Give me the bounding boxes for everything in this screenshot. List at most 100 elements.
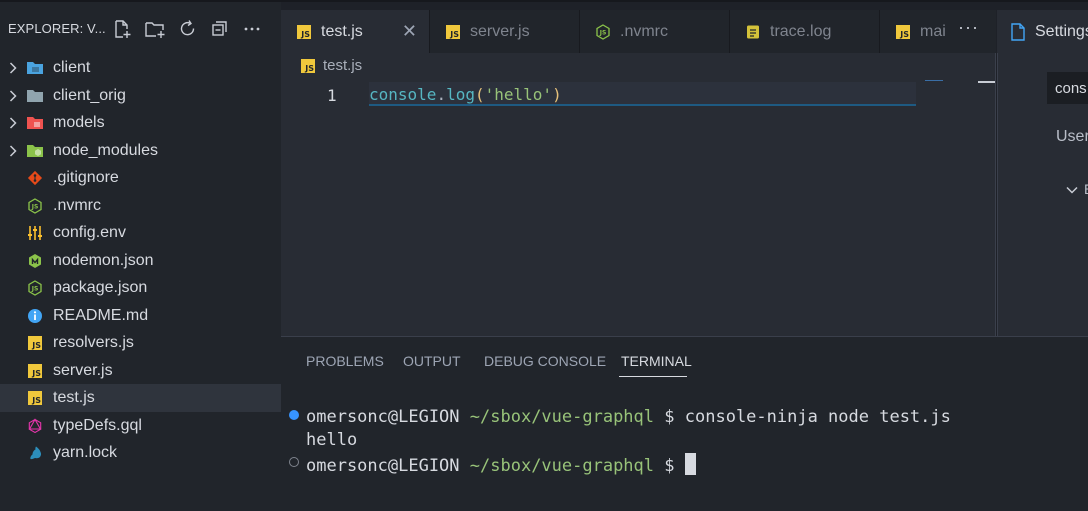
tab-label: Settings	[1035, 23, 1088, 40]
item-label: .nvmrc	[53, 196, 101, 214]
item-label: README.md	[53, 306, 149, 324]
tab-test-js[interactable]: JS test.js ✕	[281, 10, 430, 53]
item-label: package.json	[53, 279, 148, 296]
tab-label: trace.log	[770, 23, 832, 40]
file-item[interactable]: nodemon.json	[0, 247, 281, 275]
js-icon: JS	[895, 24, 911, 40]
settings-search-input[interactable]: cons	[1047, 72, 1088, 104]
terminal-cursor	[684, 453, 696, 475]
svg-text:JS: JS	[599, 30, 607, 37]
active-tab-indicator	[619, 376, 687, 377]
terminal-prompt: $	[664, 456, 675, 476]
terminal-user: omersonc@LEGION	[306, 407, 460, 427]
code-function: log	[446, 85, 475, 104]
tab-debug-console[interactable]: DEBUG CONSOLE	[484, 353, 606, 369]
yarn-icon	[26, 444, 44, 462]
folder-icon	[26, 87, 44, 105]
settings-file-icon	[1010, 23, 1026, 46]
item-label: resolvers.js	[53, 334, 134, 351]
collapse-all-icon[interactable]	[210, 19, 230, 39]
file-item[interactable]: README.md	[0, 302, 281, 330]
tab-server-js[interactable]: JS server.js	[430, 10, 580, 53]
folder-client-icon	[26, 59, 44, 77]
command-success-dot-icon[interactable]	[289, 410, 299, 420]
terminal-user: omersonc@LEGION	[306, 456, 460, 476]
chevron-right-icon[interactable]	[6, 144, 20, 158]
tab-nvmrc[interactable]: JS .nvmrc	[580, 10, 730, 53]
settings-section-label[interactable]: E	[1084, 181, 1088, 197]
file-item[interactable]: JS test.js	[0, 384, 281, 412]
close-icon[interactable]: ✕	[402, 22, 417, 40]
code-paren-close: )	[552, 85, 562, 104]
scrollbar-marker[interactable]	[978, 81, 996, 83]
terminal-prompt: $	[664, 407, 675, 427]
explorer-header: EXPLORER: V...	[0, 2, 281, 54]
settings-editor: cons User E	[997, 53, 1088, 336]
code-line[interactable]: console.log('hello')	[369, 85, 562, 104]
item-label: .gitignore	[53, 169, 119, 186]
breadcrumb[interactable]: JS test.js	[301, 57, 362, 74]
js-icon: JS	[26, 389, 44, 407]
folder-item[interactable]: client_orig	[0, 82, 281, 110]
tab-label: test.js	[321, 23, 363, 40]
settings-sliders-icon	[26, 224, 44, 242]
svg-text:JS: JS	[31, 203, 39, 210]
line-underline	[369, 104, 916, 106]
tab-more-actions[interactable]: ···	[958, 18, 979, 36]
git-icon	[26, 169, 44, 187]
more-icon[interactable]	[242, 19, 262, 39]
command-pending-dot-icon[interactable]	[289, 457, 299, 467]
new-folder-icon[interactable]	[144, 19, 166, 39]
file-item[interactable]: typeDefs.gql	[0, 412, 281, 440]
new-file-icon[interactable]	[112, 19, 132, 39]
terminal-output: hello	[306, 430, 358, 450]
breadcrumb-file[interactable]: test.js	[323, 57, 362, 74]
svg-text:JS: JS	[31, 286, 39, 293]
log-icon	[745, 24, 761, 40]
nodejs-icon: JS	[595, 24, 611, 40]
nodejs-icon: JS	[26, 279, 44, 297]
tab-problems[interactable]: PROBLEMS	[306, 353, 384, 369]
folder-item[interactable]: models	[0, 109, 281, 137]
editor-split-divider[interactable]	[995, 53, 996, 336]
chevron-down-icon[interactable]	[1065, 183, 1079, 202]
js-icon: JS	[26, 362, 44, 380]
explorer-actions	[112, 19, 262, 39]
terminal-command: console-ninja node test.js	[684, 407, 951, 427]
chevron-right-icon[interactable]	[6, 61, 20, 75]
terminal-line: omersonc@LEGION ~/sbox/vue-graphql $ con…	[306, 407, 951, 427]
item-label: yarn.lock	[53, 444, 118, 461]
terminal-path: ~/sbox/vue-graphql	[469, 456, 655, 476]
folder-item[interactable]: node_modules	[0, 137, 281, 165]
tab-label: .nvmrc	[620, 23, 668, 40]
tab-terminal[interactable]: TERMINAL	[621, 353, 692, 369]
file-item[interactable]: yarn.lock	[0, 439, 281, 467]
chevron-right-icon[interactable]	[6, 89, 20, 103]
refresh-icon[interactable]	[178, 19, 198, 39]
file-item[interactable]: config.env	[0, 219, 281, 247]
file-item[interactable]: JS .nvmrc	[0, 192, 281, 220]
file-item[interactable]: JS resolvers.js	[0, 329, 281, 357]
file-item[interactable]: JS server.js	[0, 357, 281, 385]
nodejs-icon: JS	[26, 197, 44, 215]
line-number: 1	[327, 86, 337, 105]
file-item[interactable]: JS package.json	[0, 274, 281, 302]
code-paren-open: (	[474, 85, 485, 104]
explorer-title: EXPLORER: V...	[8, 20, 106, 36]
info-icon	[26, 307, 44, 325]
item-label: typeDefs.gql	[53, 416, 142, 434]
file-item[interactable]: .gitignore	[0, 164, 281, 192]
settings-user-tab[interactable]: User	[1056, 128, 1088, 146]
tab-trace-log[interactable]: trace.log	[730, 10, 880, 53]
item-label: nodemon.json	[53, 251, 154, 269]
editor[interactable]: JS test.js 1 console.log('hello')	[281, 53, 996, 336]
folder-item[interactable]: client	[0, 54, 281, 82]
file-tree: client client_origmodels node_modules .giti…	[0, 54, 281, 467]
item-label: client_orig	[53, 86, 126, 104]
editor-tabs: JS test.js ✕ JS server.js JS .nvmrc trac…	[281, 10, 996, 53]
chevron-right-icon[interactable]	[6, 116, 20, 130]
tab-output[interactable]: OUTPUT	[403, 353, 461, 369]
item-label: config.env	[53, 224, 126, 241]
code-string: 'hello'	[484, 85, 553, 104]
tab-settings[interactable]: Settings	[997, 10, 1088, 53]
